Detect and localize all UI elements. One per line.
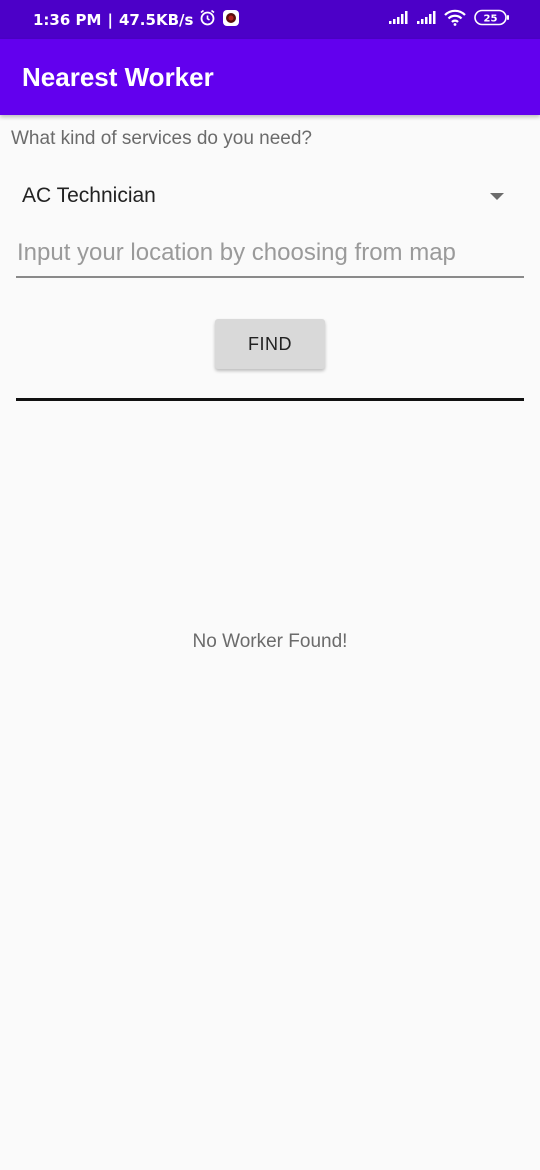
- find-button[interactable]: FIND: [215, 319, 325, 369]
- status-bar: 1:36 PM | 47.5KB/s 25: [0, 0, 540, 39]
- signal-icon: [388, 10, 408, 29]
- status-separator: |: [107, 10, 113, 29]
- dropdown-arrow-icon: [490, 192, 504, 200]
- battery-level: 25: [484, 14, 498, 25]
- app-title: Nearest Worker: [22, 61, 214, 92]
- app-notification-icon: [222, 9, 240, 31]
- app-bar: Nearest Worker: [0, 39, 540, 115]
- no-worker-message: No Worker Found!: [192, 631, 348, 652]
- service-prompt-label: What kind of services do you need?: [11, 128, 313, 149]
- service-spinner-value: AC Technician: [22, 184, 156, 207]
- service-spinner[interactable]: AC Technician: [16, 172, 524, 220]
- wifi-icon: [444, 9, 466, 30]
- status-left: 1:36 PM | 47.5KB/s: [33, 9, 240, 31]
- status-time: 1:36 PM: [33, 10, 102, 29]
- network-speed: 47.5KB/s: [118, 10, 194, 29]
- alarm-icon: [199, 9, 216, 30]
- divider: [16, 398, 524, 401]
- status-right: 25: [388, 9, 510, 30]
- signal-icon-2: [416, 10, 436, 29]
- location-input[interactable]: [16, 236, 524, 278]
- battery-icon: 25: [474, 9, 510, 30]
